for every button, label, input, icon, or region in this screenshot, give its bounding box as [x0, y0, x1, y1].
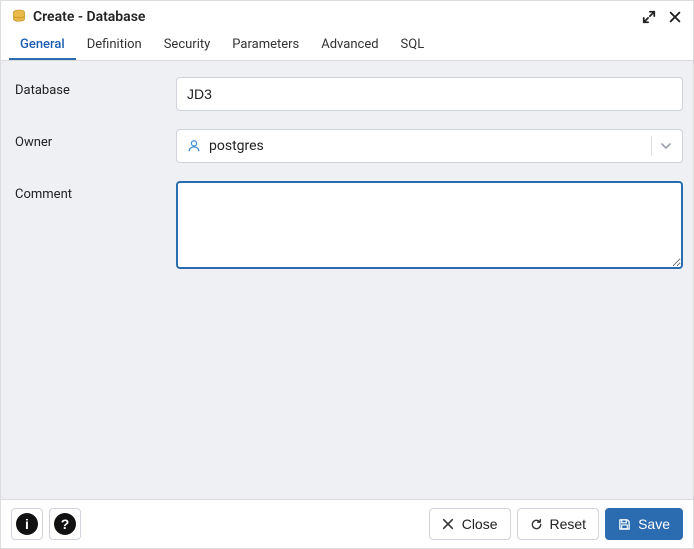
user-icon: [187, 139, 201, 153]
owner-value: postgres: [209, 138, 643, 154]
tab-parameters[interactable]: Parameters: [221, 32, 310, 60]
close-icon[interactable]: [667, 9, 683, 25]
chevron-down-icon: [660, 140, 672, 152]
info-icon: i: [16, 513, 38, 535]
label-owner: Owner: [11, 129, 176, 150]
save-button-label: Save: [638, 516, 670, 532]
x-icon: [442, 517, 456, 531]
database-icon: [11, 9, 27, 25]
row-comment: Comment: [11, 181, 683, 273]
help-icon: ?: [54, 513, 76, 535]
tab-advanced[interactable]: Advanced: [310, 32, 389, 60]
tab-security[interactable]: Security: [153, 32, 222, 60]
dialog-title: Create - Database: [33, 9, 641, 25]
owner-select[interactable]: postgres: [176, 129, 683, 163]
create-database-dialog: Create - Database General Definition Sec…: [0, 0, 694, 549]
select-divider: [651, 136, 652, 156]
comment-textarea[interactable]: [176, 181, 683, 269]
title-bar: Create - Database: [1, 1, 693, 33]
reset-button[interactable]: Reset: [517, 508, 600, 540]
tab-bar: General Definition Security Parameters A…: [1, 33, 693, 61]
row-database: Database: [11, 77, 683, 111]
database-name-input[interactable]: [176, 77, 683, 111]
save-button[interactable]: Save: [605, 508, 683, 540]
dialog-footer: i ? Close Reset: [1, 499, 693, 548]
reset-icon: [530, 517, 544, 531]
save-icon: [618, 517, 632, 531]
close-button-label: Close: [462, 516, 498, 532]
tab-sql[interactable]: SQL: [390, 32, 436, 60]
maximize-icon[interactable]: [641, 9, 657, 25]
help-button[interactable]: ?: [49, 508, 81, 540]
titlebar-actions: [641, 9, 683, 25]
reset-button-label: Reset: [550, 516, 587, 532]
form-body: Database Owner postgres: [1, 61, 693, 499]
label-database: Database: [11, 77, 176, 98]
tab-definition[interactable]: Definition: [76, 32, 153, 60]
label-comment: Comment: [11, 181, 176, 202]
row-owner: Owner postgres: [11, 129, 683, 163]
info-button[interactable]: i: [11, 508, 43, 540]
tab-general[interactable]: General: [9, 32, 76, 60]
close-button[interactable]: Close: [429, 508, 511, 540]
